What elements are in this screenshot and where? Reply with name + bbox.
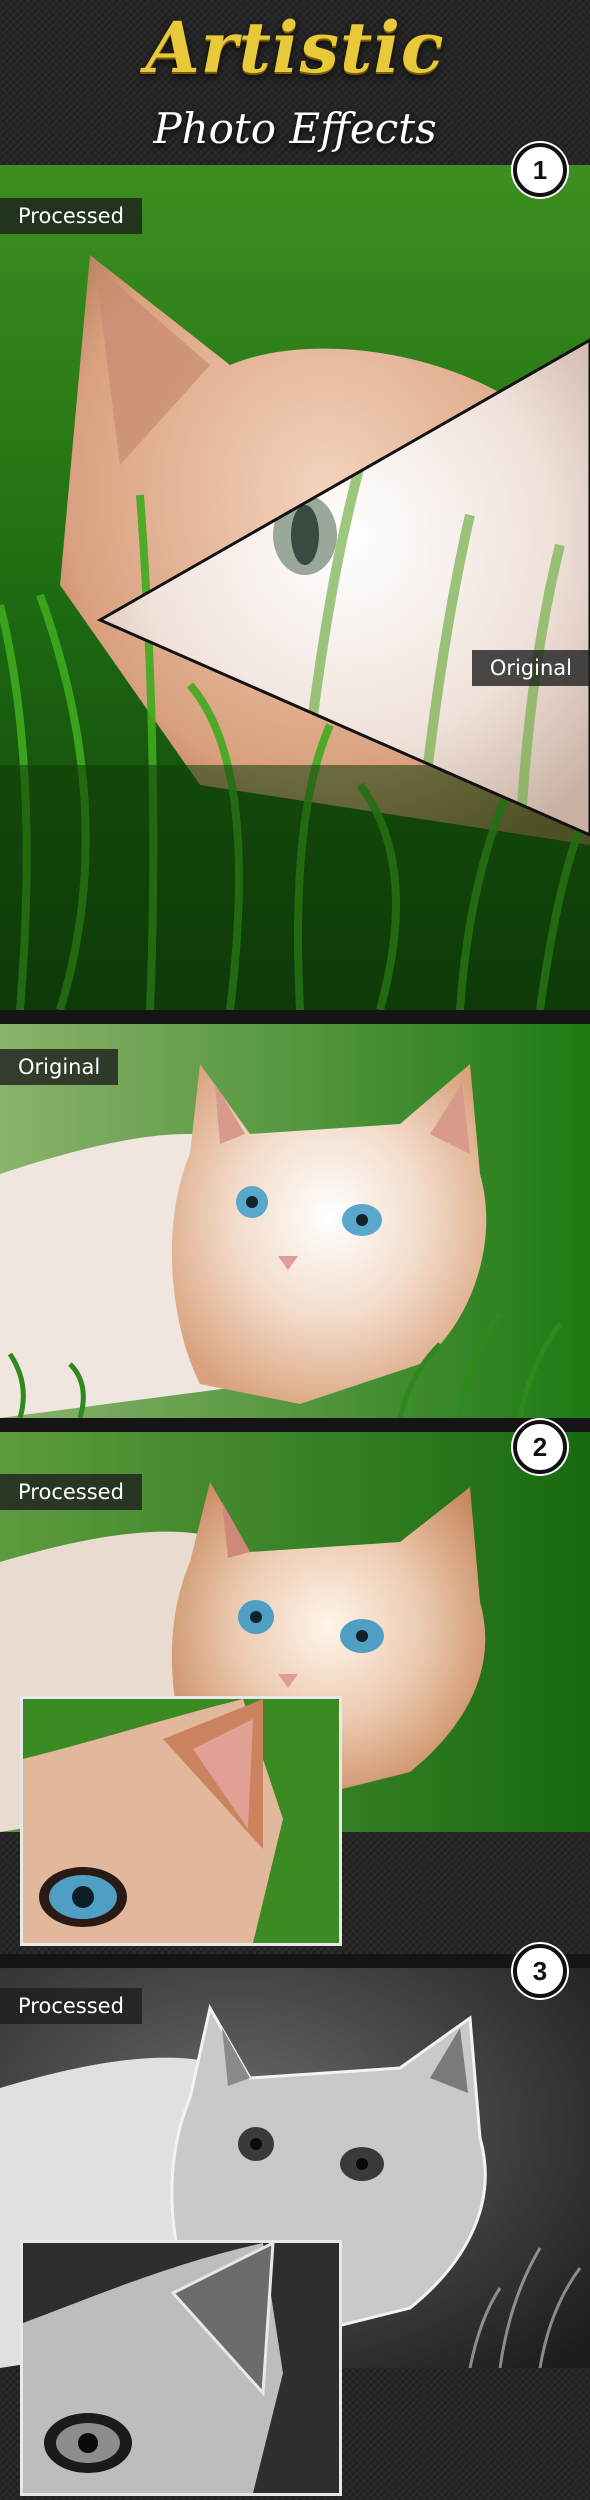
panel-2-original: Original — [0, 1024, 590, 1418]
detail-inset — [20, 2240, 342, 2496]
panel-3-processed: Processed — [0, 1432, 590, 1954]
section-1-badge: 1 — [513, 143, 567, 197]
divider — [0, 1954, 590, 1968]
detail-inset — [20, 1696, 342, 1946]
processed-label: Processed — [0, 1474, 142, 1510]
processed-label: Processed — [0, 198, 142, 234]
panel-1-split: 1 Processed Original — [0, 165, 590, 1010]
panel-4-processed-bw: Processed — [0, 1968, 590, 2500]
divider — [0, 1418, 590, 1432]
subtitle: Photo Effects — [153, 104, 437, 153]
original-label: Original — [471, 650, 590, 686]
title: Artistic — [145, 6, 445, 89]
panel-1-image — [0, 165, 590, 1010]
original-label: Original — [0, 1049, 119, 1085]
section-2-badge: 2 — [513, 1420, 567, 1474]
processed-label: Processed — [0, 1988, 142, 2024]
divider — [0, 1010, 590, 1024]
section-3-badge: 3 — [513, 1944, 567, 1998]
header: Artistic Photo Effects — [0, 0, 590, 165]
